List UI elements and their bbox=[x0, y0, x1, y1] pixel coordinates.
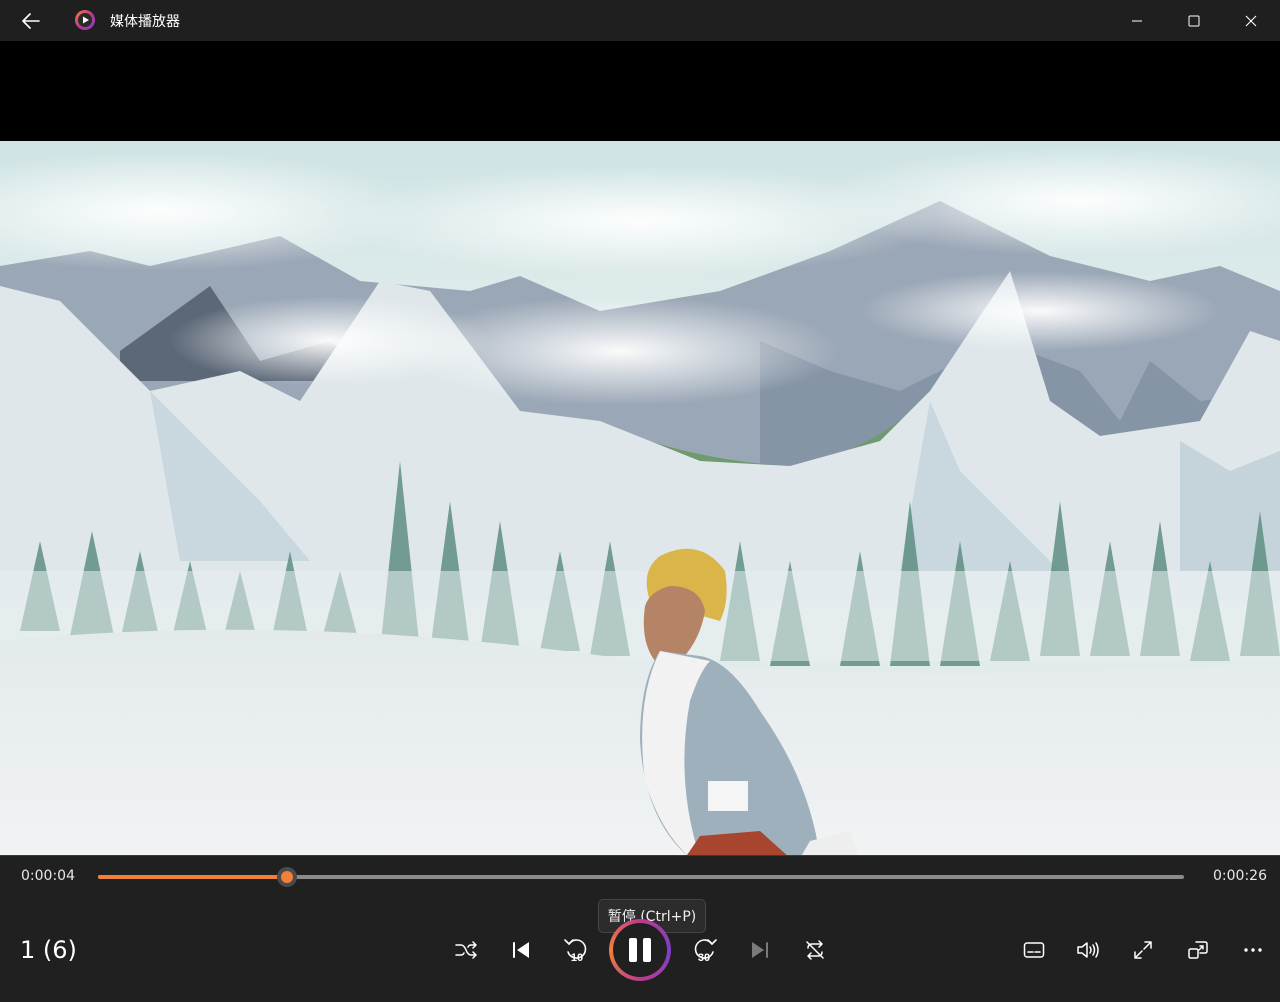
seek-bar[interactable] bbox=[98, 867, 1184, 887]
total-time: 0:00:26 bbox=[1213, 868, 1267, 884]
seek-bar-thumb[interactable] bbox=[276, 867, 297, 887]
skip-back-button[interactable]: 10 bbox=[556, 930, 596, 970]
subtitles-button[interactable] bbox=[1014, 930, 1054, 970]
pause-button[interactable] bbox=[609, 919, 671, 981]
video-frame[interactable] bbox=[0, 141, 1280, 858]
skip-forward-30-icon: 30 bbox=[694, 939, 717, 964]
repeat-button[interactable] bbox=[795, 930, 835, 970]
video-area[interactable] bbox=[0, 41, 1280, 858]
skip-back-seconds: 10 bbox=[571, 952, 583, 964]
pause-icon bbox=[613, 923, 667, 977]
subtitles-icon bbox=[1023, 942, 1045, 958]
volume-icon bbox=[1077, 942, 1099, 958]
mini-player-button[interactable] bbox=[1178, 930, 1218, 970]
close-button[interactable] bbox=[1228, 0, 1274, 41]
more-icon bbox=[1244, 948, 1262, 952]
maximize-icon bbox=[1188, 15, 1200, 26]
media-player-app-icon bbox=[75, 10, 95, 30]
playback-controls: 0:00:04 0:00:26 暂停 (Ctrl+P) 1 (6) 10 30 bbox=[0, 855, 1280, 1002]
next-icon bbox=[752, 942, 768, 958]
fullscreen-button[interactable] bbox=[1123, 930, 1163, 970]
back-arrow-icon bbox=[22, 13, 40, 29]
next-button[interactable] bbox=[740, 930, 780, 970]
seek-bar-progress bbox=[98, 875, 287, 879]
shuffle-button[interactable] bbox=[446, 930, 486, 970]
mini-player-icon bbox=[1188, 941, 1208, 959]
minimize-icon bbox=[1132, 20, 1142, 21]
skip-forward-seconds: 30 bbox=[698, 952, 710, 964]
back-button[interactable] bbox=[14, 6, 48, 36]
skip-back-10-icon: 10 bbox=[564, 939, 587, 964]
repeat-icon bbox=[806, 940, 824, 960]
close-icon bbox=[1245, 15, 1257, 26]
window-title: 媒体播放器 bbox=[110, 14, 180, 30]
more-options-button[interactable] bbox=[1233, 930, 1273, 970]
volume-button[interactable] bbox=[1068, 930, 1108, 970]
playlist-position: 1 (6) bbox=[20, 936, 77, 964]
previous-button[interactable] bbox=[501, 930, 541, 970]
previous-icon bbox=[513, 942, 529, 958]
minimize-button[interactable] bbox=[1114, 0, 1160, 41]
title-bar: 媒体播放器 bbox=[0, 0, 1280, 41]
skip-forward-button[interactable]: 30 bbox=[685, 930, 725, 970]
current-time: 0:00:04 bbox=[21, 868, 75, 884]
shuffle-icon bbox=[455, 941, 477, 959]
maximize-button[interactable] bbox=[1171, 0, 1217, 41]
fullscreen-icon bbox=[1134, 941, 1152, 959]
